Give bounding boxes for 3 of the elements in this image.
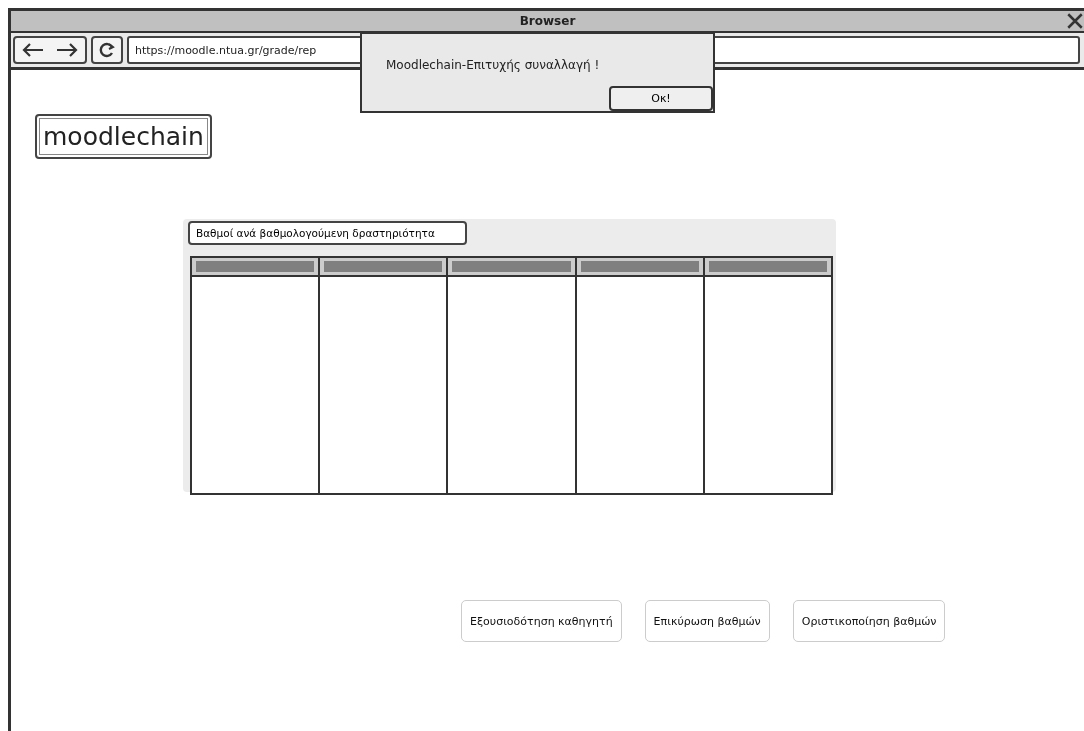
dialog-message: Moodlechain-Επιτυχής συναλλαγή ! xyxy=(386,58,600,72)
window-title: Browser xyxy=(519,14,576,28)
logo: moodlechain xyxy=(35,114,212,159)
